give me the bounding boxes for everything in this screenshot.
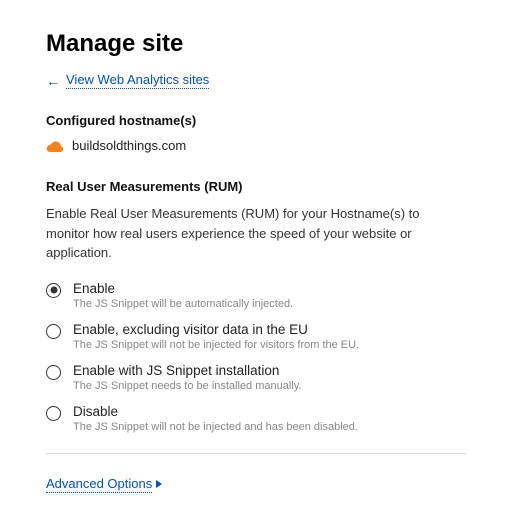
hostname-value: buildsoldthings.com	[72, 138, 186, 153]
rum-option-enable-ex-eu[interactable]: Enable, excluding visitor data in the EU…	[46, 322, 466, 351]
back-link[interactable]: ← View Web Analytics sites	[46, 72, 209, 89]
radio-label: Enable, excluding visitor data in the EU	[73, 322, 359, 337]
back-link-label: View Web Analytics sites	[66, 72, 209, 89]
rum-option-disable[interactable]: Disable The JS Snippet will not be injec…	[46, 404, 466, 433]
radio-icon	[46, 365, 61, 380]
page-title: Manage site	[46, 30, 466, 58]
rum-option-enable[interactable]: Enable The JS Snippet will be automatica…	[46, 281, 466, 310]
divider	[46, 453, 466, 454]
rum-description: Enable Real User Measurements (RUM) for …	[46, 204, 466, 263]
radio-hint: The JS Snippet needs to be installed man…	[73, 380, 302, 392]
hostname-row: buildsoldthings.com	[46, 138, 466, 153]
arrow-left-icon: ←	[46, 73, 60, 89]
radio-icon	[46, 324, 61, 339]
radio-label: Enable with JS Snippet installation	[73, 363, 302, 378]
radio-hint: The JS Snippet will be automatically inj…	[73, 298, 293, 310]
radio-label: Disable	[73, 404, 358, 419]
caret-right-icon	[156, 480, 162, 488]
cloud-icon	[46, 140, 64, 152]
radio-hint: The JS Snippet will not be injected and …	[73, 421, 358, 433]
advanced-options-toggle[interactable]: Advanced Options	[46, 476, 162, 493]
radio-icon	[46, 283, 61, 298]
radio-hint: The JS Snippet will not be injected for …	[73, 339, 359, 351]
advanced-options-label: Advanced Options	[46, 476, 152, 493]
radio-icon	[46, 406, 61, 421]
rum-heading: Real User Measurements (RUM)	[46, 179, 466, 194]
rum-radio-group: Enable The JS Snippet will be automatica…	[46, 281, 466, 433]
radio-label: Enable	[73, 281, 293, 296]
rum-option-enable-js-snippet[interactable]: Enable with JS Snippet installation The …	[46, 363, 466, 392]
hostnames-heading: Configured hostname(s)	[46, 113, 466, 128]
